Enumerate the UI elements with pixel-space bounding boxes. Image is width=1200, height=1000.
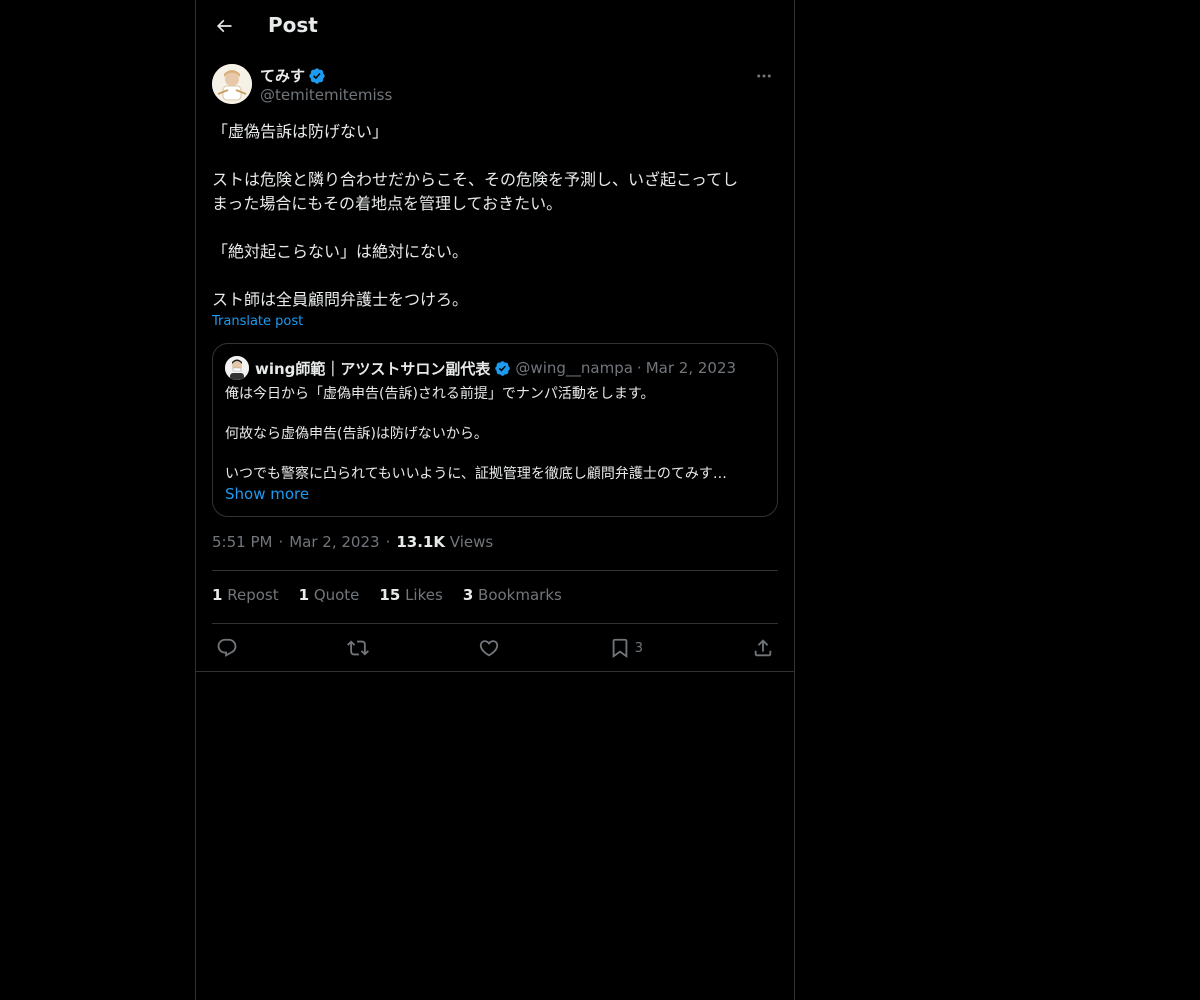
quoted-text-line: 俺は今日から「虚偽申告(告訴)される前提」でナンパ活動をします。 [225,386,655,402]
author-name[interactable]: てみす [260,65,305,86]
like-icon [479,640,499,657]
post-text-line: ストは危険と隣り合わせだからこそ、その危険を予測し、いざ起こってし [212,170,739,189]
post-text-line: 「絶対起こらない」は絶対にない。 [212,242,469,261]
post-time[interactable]: 5:51 PM [212,533,272,551]
separator-dot: · [278,533,284,551]
reply-button[interactable] [216,637,238,659]
stat-likes[interactable]: 15 Likes [379,586,442,604]
like-button[interactable] [478,637,500,659]
stat-reposts[interactable]: 1 Repost [212,586,279,604]
back-button[interactable] [208,10,240,42]
engagement-stats: 1 Repost 1 Quote 15 Likes 3 Bookmarks [212,586,562,604]
stat-label: Bookmarks [478,586,562,604]
action-bar: 3 [212,634,778,662]
quoted-author-handle: @wing__nampa [515,359,633,377]
arrow-left-icon [216,19,232,33]
views-count[interactable]: 13.1K Views [396,533,493,551]
quoted-post-header: wing師範｜アツストサロン副代表 @wing__nampa · Mar 2, … [225,356,736,380]
author-handle[interactable]: @temitemitemiss [260,86,392,104]
quoted-post-text: 俺は今日から「虚偽申告(告訴)される前提」でナンパ活動をします。 何故なら虚偽申… [225,384,765,484]
separator-dot: · [636,359,642,377]
post-date[interactable]: Mar 2, 2023 [289,533,379,551]
quoted-avatar-image-icon [225,356,249,380]
post-text-line: スト師は全員顧問弁護士をつけろ。 [212,290,469,309]
more-options-button[interactable] [750,66,778,86]
stat-count: 3 [462,586,474,604]
verified-badge-icon [495,360,511,376]
quoted-avatar [225,356,249,380]
post-author: てみす @temitemitemiss [212,64,778,108]
stat-label: Repost [227,586,279,604]
quoted-post-date: Mar 2, 2023 [645,359,737,377]
repost-button[interactable] [346,637,369,659]
translate-post-link[interactable]: Translate post [212,314,303,329]
avatar-image-icon [212,64,252,104]
stat-bookmarks[interactable]: 3 Bookmarks [463,586,562,604]
quoted-post[interactable]: wing師範｜アツストサロン副代表 @wing__nampa · Mar 2, … [212,343,778,517]
stat-count: 1 [298,586,310,604]
post-text-line: 「虚偽告訴は防げない」 [212,122,389,141]
divider [196,671,794,672]
divider [212,623,778,624]
quoted-text-line: 何故なら虚偽申告(告訴)は防げないから。 [225,426,488,442]
page-header: Post [196,0,794,54]
post-column: Post てみす @temitemitemiss 「虚偽告訴は防げない」 ストは… [195,0,795,1000]
avatar[interactable] [212,64,252,104]
stat-quotes[interactable]: 1 Quote [299,586,360,604]
views-label: Views [449,533,494,551]
repost-icon [346,640,369,656]
post-metadata: 5:51 PM · Mar 2, 2023 · 13.1K Views [212,533,493,551]
views-number: 13.1K [396,533,445,551]
verified-badge-icon [309,67,325,84]
quoted-author-name: wing師範｜アツストサロン副代表 [255,359,491,378]
show-more-link[interactable]: Show more [225,485,309,503]
bookmark-count: 3 [634,640,644,656]
bookmark-icon [612,638,628,659]
stat-count: 15 [379,586,401,604]
share-icon [754,639,772,657]
separator-dot: · [385,533,391,551]
post-text-line: まった場合にもその着地点を管理しておきたい。 [212,194,563,213]
author-name-row[interactable]: てみす [260,65,326,86]
post-text: 「虚偽告訴は防げない」 ストは危険と隣り合わせだからこそ、その危険を予測し、いざ… [212,120,778,312]
more-horizontal-icon [757,74,771,78]
page-title: Post [268,13,318,37]
stat-label: Likes [405,586,443,604]
stat-label: Quote [313,586,360,604]
quoted-text-line: いつでも警察に凸られてもいいように、証拠管理を徹底し顧問弁護士のてみす… [225,466,727,482]
reply-icon [217,638,237,657]
share-button[interactable] [752,637,774,659]
bookmark-button[interactable]: 3 [609,637,643,659]
stat-count: 1 [212,586,223,604]
divider [212,570,778,571]
